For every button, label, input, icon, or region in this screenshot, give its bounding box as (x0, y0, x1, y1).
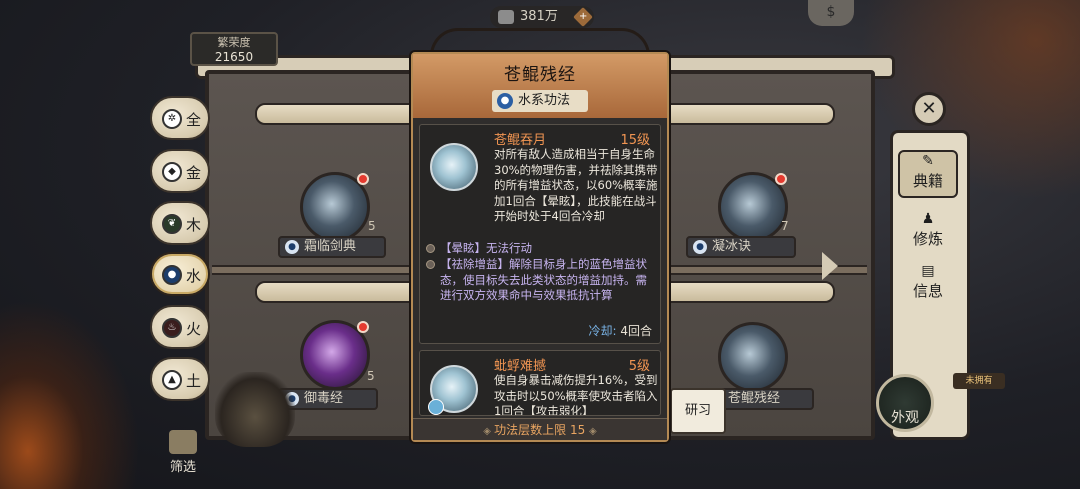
filter-button[interactable]: 筛选 (160, 430, 206, 476)
skill-icon (428, 365, 478, 415)
new-badge (357, 321, 369, 333)
element-tab-water[interactable]: ● 水 (150, 252, 210, 296)
appearance-label: 外观 (891, 410, 919, 426)
cooldown: 冷却: 4回合 (588, 322, 652, 339)
book-tab-icon: ✎ (922, 153, 934, 169)
prosperity-display: 繁荣度 21650 (190, 32, 278, 66)
currency-amount: 381万 (520, 9, 558, 24)
book-name: 霜临剑典 (304, 239, 357, 254)
skill-description: 对所有敌人造成相当于自身生命30%的物理伤害，并祛除其携带的所有增益状态，以60… (494, 147, 658, 223)
skill-level: 5级 (628, 359, 650, 374)
meditate-icon: ♟ (921, 211, 935, 227)
wood-icon: ❦ (162, 214, 182, 234)
close-button[interactable]: ✕ (912, 92, 946, 126)
bullet-icon (426, 260, 435, 269)
book-label[interactable]: ● 霜临剑典 (278, 236, 386, 258)
water-icon: ● (285, 240, 299, 254)
book-name: 苍鲲残经 (728, 391, 781, 406)
skill-description: 使自身暴击减伤提升16%，受到攻击时以50%概率使攻击者陷入1回合【攻击弱化】 (494, 373, 658, 416)
element-tab-fire[interactable]: ♨ 火 (150, 305, 210, 349)
water-icon: ● (162, 265, 182, 285)
plus-icon: + (578, 10, 588, 22)
element-tab-metal[interactable]: ◆ 金 (150, 149, 210, 193)
popup-title: 苍鲲残经 (504, 65, 576, 85)
scroll-icon: ▤ (921, 263, 935, 279)
ornament-icon: ◈ (589, 426, 597, 437)
element-tab-wood[interactable]: ❦ 木 (150, 201, 210, 245)
fire-icon: ♨ (162, 318, 182, 338)
book-count: 5 (367, 369, 375, 383)
book-name: 御毒经 (304, 391, 344, 406)
element-label: 火 (186, 320, 202, 338)
silver-icon (498, 10, 514, 24)
ornament-icon: ◈ (483, 426, 495, 437)
tab-label: 修炼 (912, 230, 943, 248)
book-icon[interactable] (718, 322, 788, 392)
skill-icon (430, 143, 478, 191)
new-badge (775, 173, 787, 185)
book-label[interactable]: ● 凝冰诀 (686, 236, 796, 258)
skill-level: 15级 (620, 133, 650, 148)
research-label: 研习 (684, 403, 711, 418)
popup-header: 苍鲲残经 ● 水系功法 (413, 54, 667, 118)
passive-badge-icon (428, 399, 444, 415)
tab-label: 典籍 (912, 172, 943, 190)
appearance-button[interactable]: 外观 (876, 374, 934, 432)
cooldown-label: 冷却: (588, 324, 617, 338)
filter-icon (169, 430, 197, 454)
filter-label: 筛选 (169, 460, 196, 475)
research-button[interactable]: 研习 (670, 388, 726, 434)
popup-footer: ◈ 功法层数上限 15 ◈ (413, 418, 667, 440)
book-count: 5 (368, 219, 376, 233)
water-icon: ● (693, 240, 707, 254)
element-label: 金 (186, 164, 202, 182)
next-page-arrow-icon[interactable] (822, 252, 838, 280)
book-count: 7 (781, 219, 789, 233)
not-owned-badge: 未拥有 (953, 373, 1005, 389)
skill-name: 苍鲲吞月 (494, 133, 547, 148)
effect-row: 【晕眩】无法行动 (426, 241, 656, 257)
skill-card: 蚍蜉难撼 5级 使自身暴击减伤提升16%，受到攻击时以50%概率使攻击者陷入1回… (419, 350, 661, 416)
technique-type-badge: ● 水系功法 (492, 90, 588, 112)
add-currency-button[interactable]: + (573, 7, 593, 27)
element-label: 土 (186, 372, 202, 390)
background-glow (0, 300, 140, 489)
skill-name: 蚍蜉难撼 (494, 359, 547, 374)
element-tab-earth[interactable]: ▲ 土 (150, 357, 210, 401)
water-icon: ● (497, 93, 513, 109)
layer-limit: 功法层数上限 15 (494, 423, 586, 437)
effect-row: 【祛除增益】解除目标身上的蓝色增益状态，使目标失去此类状态的增益加持。需进行双方… (426, 257, 656, 304)
book-icon[interactable] (718, 172, 788, 242)
tab-cultivate[interactable]: ♟ 修炼 (898, 210, 958, 258)
element-tab-all[interactable]: ✲ 全 (150, 96, 210, 140)
bullet-icon (426, 244, 435, 253)
shop-icon[interactable]: $ (808, 0, 854, 26)
prosperity-label: 繁荣度 (217, 36, 251, 49)
skill-card: 苍鲲吞月 15级 对所有敌人造成相当于自身生命30%的物理伤害，并祛除其携带的所… (419, 124, 661, 344)
currency-display: 381万 + (490, 6, 594, 28)
new-badge (357, 173, 369, 185)
tab-classics[interactable]: ✎ 典籍 (898, 150, 958, 198)
tab-label: 信息 (912, 282, 943, 300)
technique-detail-popup: 苍鲲残经 ● 水系功法 苍鲲吞月 15级 对所有敌人造成相当于自身生命30%的物… (411, 52, 669, 442)
element-label: 水 (186, 267, 202, 285)
prosperity-value: 21650 (214, 50, 254, 64)
book-name: 凝冰诀 (712, 239, 752, 254)
book-icon[interactable] (300, 172, 370, 242)
character-sprite (215, 372, 295, 447)
metal-icon: ◆ (162, 162, 182, 182)
technique-type: 水系功法 (518, 93, 571, 108)
earth-icon: ▲ (162, 370, 182, 390)
element-label: 全 (186, 111, 202, 129)
cooldown-value: 4回合 (620, 324, 652, 338)
all-icon: ✲ (162, 109, 182, 129)
book-icon[interactable] (300, 320, 370, 390)
tab-info[interactable]: ▤ 信息 (898, 262, 958, 310)
effect-text: 【晕眩】无法行动 (440, 241, 532, 255)
effect-text: 【祛除增益】解除目标身上的蓝色增益状态，使目标失去此类状态的增益加持。需进行双方… (440, 257, 647, 302)
element-label: 木 (186, 216, 202, 234)
